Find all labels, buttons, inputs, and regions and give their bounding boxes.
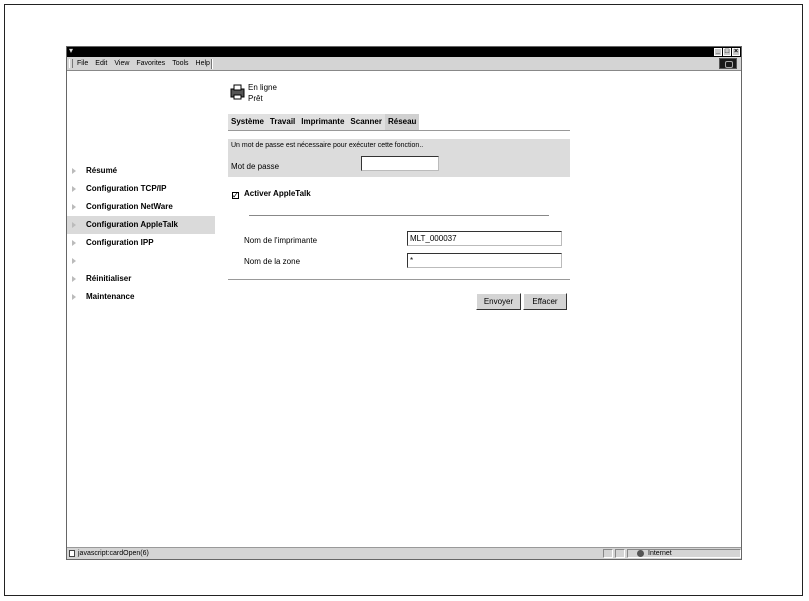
- status-online: En ligne: [248, 83, 277, 92]
- status-zone-cell: [627, 549, 741, 558]
- menu-view[interactable]: View: [114, 58, 129, 70]
- printer-name-field[interactable]: MLT_000037: [407, 231, 562, 246]
- maximize-button[interactable]: □: [723, 48, 731, 56]
- browser-window: ▾ _ □ × File Edit View Favorites Tools H…: [66, 46, 742, 560]
- tab-divider: [228, 130, 570, 131]
- tab-imprimante[interactable]: Imprimante: [298, 114, 348, 130]
- sidebar: Résumé Configuration TCP/IP Configuratio…: [67, 162, 215, 306]
- clear-button[interactable]: Effacer: [523, 293, 567, 310]
- tab-scanner[interactable]: Scanner: [347, 114, 385, 130]
- password-label: Mot de passe: [231, 162, 280, 171]
- arrow-icon: [72, 258, 76, 264]
- arrow-icon: [72, 186, 76, 192]
- tab-reseau[interactable]: Réseau: [384, 114, 420, 130]
- title-bar: ▾ _ □ ×: [67, 47, 741, 57]
- browser-logo-icon: [719, 58, 737, 69]
- status-zone: Internet: [648, 550, 672, 557]
- arrow-icon: [72, 240, 76, 246]
- status-cell: [615, 549, 625, 558]
- window-controls: _ □ ×: [714, 48, 740, 56]
- menu-file[interactable]: File: [77, 58, 88, 70]
- menu-bar: File Edit View Favorites Tools Help: [67, 57, 741, 71]
- sidebar-item-appletalk[interactable]: Configuration AppleTalk: [67, 216, 215, 234]
- status-cell: [603, 549, 613, 558]
- sidebar-item-netware[interactable]: Configuration NetWare: [67, 198, 215, 216]
- zone-name-field[interactable]: *: [407, 253, 562, 268]
- menu-help[interactable]: Help: [196, 58, 210, 70]
- form-divider: [228, 279, 570, 280]
- password-panel: Un mot de passe est nécessaire pour exéc…: [228, 139, 570, 177]
- arrow-icon: [72, 204, 76, 210]
- page-icon: [69, 550, 75, 557]
- tab-systeme[interactable]: Système: [228, 114, 267, 130]
- sidebar-item-resume[interactable]: Résumé: [67, 162, 215, 180]
- menu-tools[interactable]: Tools: [172, 58, 188, 70]
- system-menu-icon[interactable]: ▾: [69, 47, 73, 56]
- tab-travail[interactable]: Travail: [266, 114, 299, 130]
- printer-icon: [230, 84, 245, 100]
- sidebar-item-ipp[interactable]: Configuration IPP: [67, 234, 215, 252]
- arrow-icon: [72, 294, 76, 300]
- arrow-icon: [72, 168, 76, 174]
- minimize-button[interactable]: _: [714, 48, 722, 56]
- page-content: En ligne Prêt Système Travail Imprimante…: [67, 71, 741, 547]
- printer-status: En ligne Prêt: [248, 82, 277, 104]
- send-button[interactable]: Envoyer: [476, 293, 521, 310]
- printer-name-label: Nom de l'imprimante: [244, 236, 318, 245]
- menu-favorites[interactable]: Favorites: [136, 58, 165, 70]
- tab-bar: Système Travail Imprimante Scanner Résea…: [228, 114, 420, 130]
- password-input[interactable]: [361, 156, 439, 171]
- enable-appletalk-label: Activer AppleTalk: [244, 189, 311, 198]
- sidebar-item-blank[interactable]: [67, 252, 215, 270]
- status-bar: javascript:cardOpen(6) Internet: [67, 547, 741, 559]
- arrow-icon: [72, 276, 76, 282]
- internet-zone-icon: [637, 550, 644, 557]
- enable-appletalk-checkbox[interactable]: [232, 192, 239, 199]
- toolbar-grip[interactable]: [69, 59, 73, 68]
- sidebar-item-maintenance[interactable]: Maintenance: [67, 288, 215, 306]
- menu-edit[interactable]: Edit: [95, 58, 107, 70]
- menu-separator: [211, 59, 213, 69]
- sidebar-item-reset[interactable]: Réinitialiser: [67, 270, 215, 288]
- sidebar-item-tcpip[interactable]: Configuration TCP/IP: [67, 180, 215, 198]
- password-message: Un mot de passe est nécessaire pour exéc…: [231, 142, 424, 149]
- arrow-icon: [72, 222, 76, 228]
- zone-name-label: Nom de la zone: [244, 257, 301, 266]
- close-button[interactable]: ×: [732, 48, 740, 56]
- status-ready: Prêt: [248, 94, 263, 103]
- status-message: javascript:cardOpen(6): [78, 550, 149, 557]
- section-divider: [249, 215, 549, 216]
